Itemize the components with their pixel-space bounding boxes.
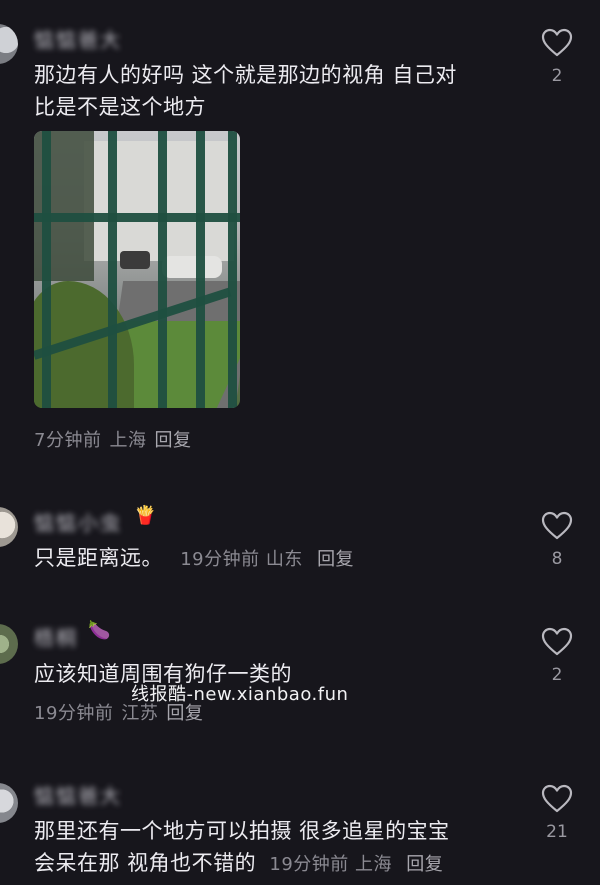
comment-text-line: 那里还有一个地方可以拍摄 很多追星的宝宝 <box>34 819 450 843</box>
comment-username[interactable]: 惦惦小虫 <box>34 507 122 536</box>
comment-username[interactable]: 惦惦爸大 <box>34 780 122 809</box>
comment-location: 山东 <box>265 549 303 570</box>
like-count: 2 <box>551 665 563 685</box>
comment-time: 19分钟前 <box>269 854 349 875</box>
reply-button[interactable]: 回复 <box>317 549 354 570</box>
reply-button[interactable]: 回复 <box>406 854 443 875</box>
comment-location: 上海 <box>355 854 393 875</box>
comment-text: 那边有人的好吗 这个就是那边的视角 自己对 比是不是这个地方 <box>34 59 514 123</box>
fries-badge-icon: 🍟 <box>134 505 157 526</box>
reply-button[interactable]: 回复 <box>166 703 203 724</box>
comment-image[interactable] <box>34 131 240 408</box>
comment-location: 江苏 <box>121 703 159 724</box>
watermark: 线报酷-new.xianbao.fun <box>131 684 349 705</box>
avatar[interactable] <box>0 507 18 547</box>
heart-outline-icon <box>541 511 573 540</box>
comment-text-content: 只是距离远。 <box>34 546 163 570</box>
like-count: 8 <box>551 549 563 569</box>
comment-text: 那里还有一个地方可以拍摄 很多追星的宝宝 会呆在那 视角也不错的 19分钟前 上… <box>34 815 514 881</box>
comment-text-line: 会呆在那 视角也不错的 <box>34 851 257 875</box>
comment-time: 7分钟前 <box>34 430 102 451</box>
like-button[interactable]: 21 <box>540 784 574 842</box>
reply-button[interactable]: 回复 <box>154 430 191 451</box>
like-count: 21 <box>546 822 568 842</box>
comment-meta: 7分钟前 上海 回复 <box>34 426 199 452</box>
comment-username[interactable]: 梧桐 <box>34 622 78 651</box>
comment-time: 19分钟前 <box>34 703 114 724</box>
heart-outline-icon <box>541 627 573 656</box>
like-count: 2 <box>551 66 563 86</box>
eggplant-badge-icon: 🍆 <box>88 620 111 641</box>
heart-outline-icon <box>541 28 573 57</box>
comment-username[interactable]: 惦惦爸大 <box>34 24 122 53</box>
like-button[interactable]: 2 <box>540 627 574 685</box>
comment-text-line: 比是不是这个地方 <box>34 95 206 119</box>
heart-outline-icon <box>541 784 573 813</box>
comment-text: 只是距离远。 19分钟前 山东 回复 <box>34 542 514 576</box>
like-button[interactable]: 8 <box>540 511 574 569</box>
avatar[interactable] <box>0 24 18 64</box>
avatar[interactable] <box>0 624 18 664</box>
comment-time: 19分钟前 <box>180 549 260 570</box>
like-button[interactable]: 2 <box>540 28 574 86</box>
comment-location: 上海 <box>109 430 147 451</box>
comment-text-line: 那边有人的好吗 这个就是那边的视角 自己对 <box>34 63 457 87</box>
avatar[interactable] <box>0 783 18 823</box>
